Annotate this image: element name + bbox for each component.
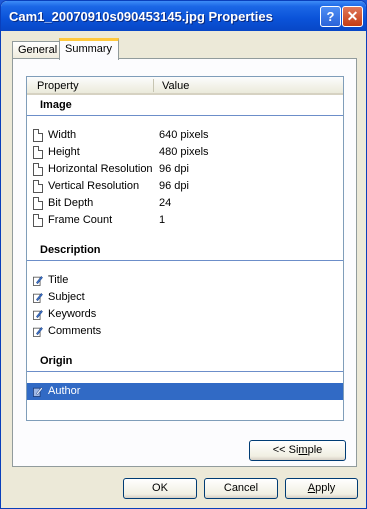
property-value: 640 pixels [159, 129, 209, 141]
list-item[interactable]: Title [27, 272, 343, 289]
property-name: Vertical Resolution [48, 180, 140, 192]
help-button[interactable]: ? [320, 6, 341, 27]
list-item[interactable]: Subject [27, 289, 343, 306]
title-bar[interactable]: Cam1_20070910s090453145.jpg Properties ?… [1, 1, 366, 31]
list-item[interactable]: Keywords [27, 306, 343, 323]
document-icon [33, 197, 43, 210]
apply-button[interactable]: Apply [285, 478, 358, 499]
property-value: 24 [159, 197, 172, 209]
button-label: << Si [272, 444, 299, 456]
property-value: 96 dpi [159, 163, 189, 175]
column-header-value[interactable]: Value [162, 80, 189, 92]
summary-panel: Property Value Image Width 640 pixels He… [12, 58, 357, 467]
group-divider [27, 371, 343, 372]
property-name: Subject [48, 291, 85, 303]
property-list[interactable]: Property Value Image Width 640 pixels He… [26, 76, 344, 421]
list-item[interactable]: Bit Depth 24 [27, 195, 343, 212]
group-title: Description [40, 244, 101, 256]
button-label: ple [307, 444, 323, 456]
close-button[interactable]: ✕ [342, 6, 363, 27]
document-icon [33, 146, 43, 159]
group-title: Image [40, 99, 72, 111]
group-header-description: Description [27, 241, 343, 261]
group-divider [27, 115, 343, 116]
edit-pencil-icon [33, 292, 43, 303]
property-value: 480 pixels [159, 146, 209, 158]
property-name: Author [48, 385, 81, 397]
property-name: Frame Count [48, 214, 113, 226]
list-item[interactable]: Vertical Resolution 96 dpi [27, 178, 343, 195]
property-value: 96 dpi [159, 180, 189, 192]
property-value: 1 [159, 214, 166, 226]
window-title: Cam1_20070910s090453145.jpg Properties [9, 9, 273, 24]
simple-view-button[interactable]: << Simple [249, 440, 346, 461]
list-item[interactable]: Comments [27, 323, 343, 340]
cancel-button[interactable]: Cancel [204, 478, 278, 499]
button-label: pply [315, 482, 336, 494]
properties-dialog: Cam1_20070910s090453145.jpg Properties ?… [0, 0, 367, 509]
list-item-selected[interactable]: Author [27, 383, 343, 400]
edit-pencil-icon [33, 326, 43, 337]
property-name: Height [48, 146, 80, 158]
property-name: Comments [48, 325, 102, 337]
edit-pencil-icon [33, 275, 43, 286]
list-item[interactable]: Width 640 pixels [27, 127, 343, 144]
property-name: Keywords [48, 308, 97, 320]
document-icon [33, 180, 43, 193]
list-item[interactable]: Height 480 pixels [27, 144, 343, 161]
document-icon [33, 214, 43, 227]
column-header-property[interactable]: Property [37, 80, 79, 92]
group-title: Origin [40, 355, 73, 367]
property-name: Width [48, 129, 77, 141]
list-header: Property Value [27, 77, 343, 95]
list-item[interactable]: Frame Count 1 [27, 212, 343, 229]
edit-pencil-icon [33, 386, 43, 397]
button-hotkey: m [298, 444, 308, 456]
column-divider[interactable] [153, 79, 154, 92]
ok-button[interactable]: OK [123, 478, 197, 499]
property-name: Title [48, 274, 69, 286]
document-icon [33, 129, 43, 142]
property-name: Bit Depth [48, 197, 94, 209]
button-hotkey: A [307, 482, 316, 494]
group-header-origin: Origin [27, 352, 343, 372]
property-name: Horizontal Resolution [48, 163, 153, 175]
group-divider [27, 260, 343, 261]
tab-summary[interactable]: Summary [59, 38, 119, 60]
document-icon [33, 163, 43, 176]
edit-pencil-icon [33, 309, 43, 320]
group-header-image: Image [27, 96, 343, 116]
list-item[interactable]: Horizontal Resolution 96 dpi [27, 161, 343, 178]
